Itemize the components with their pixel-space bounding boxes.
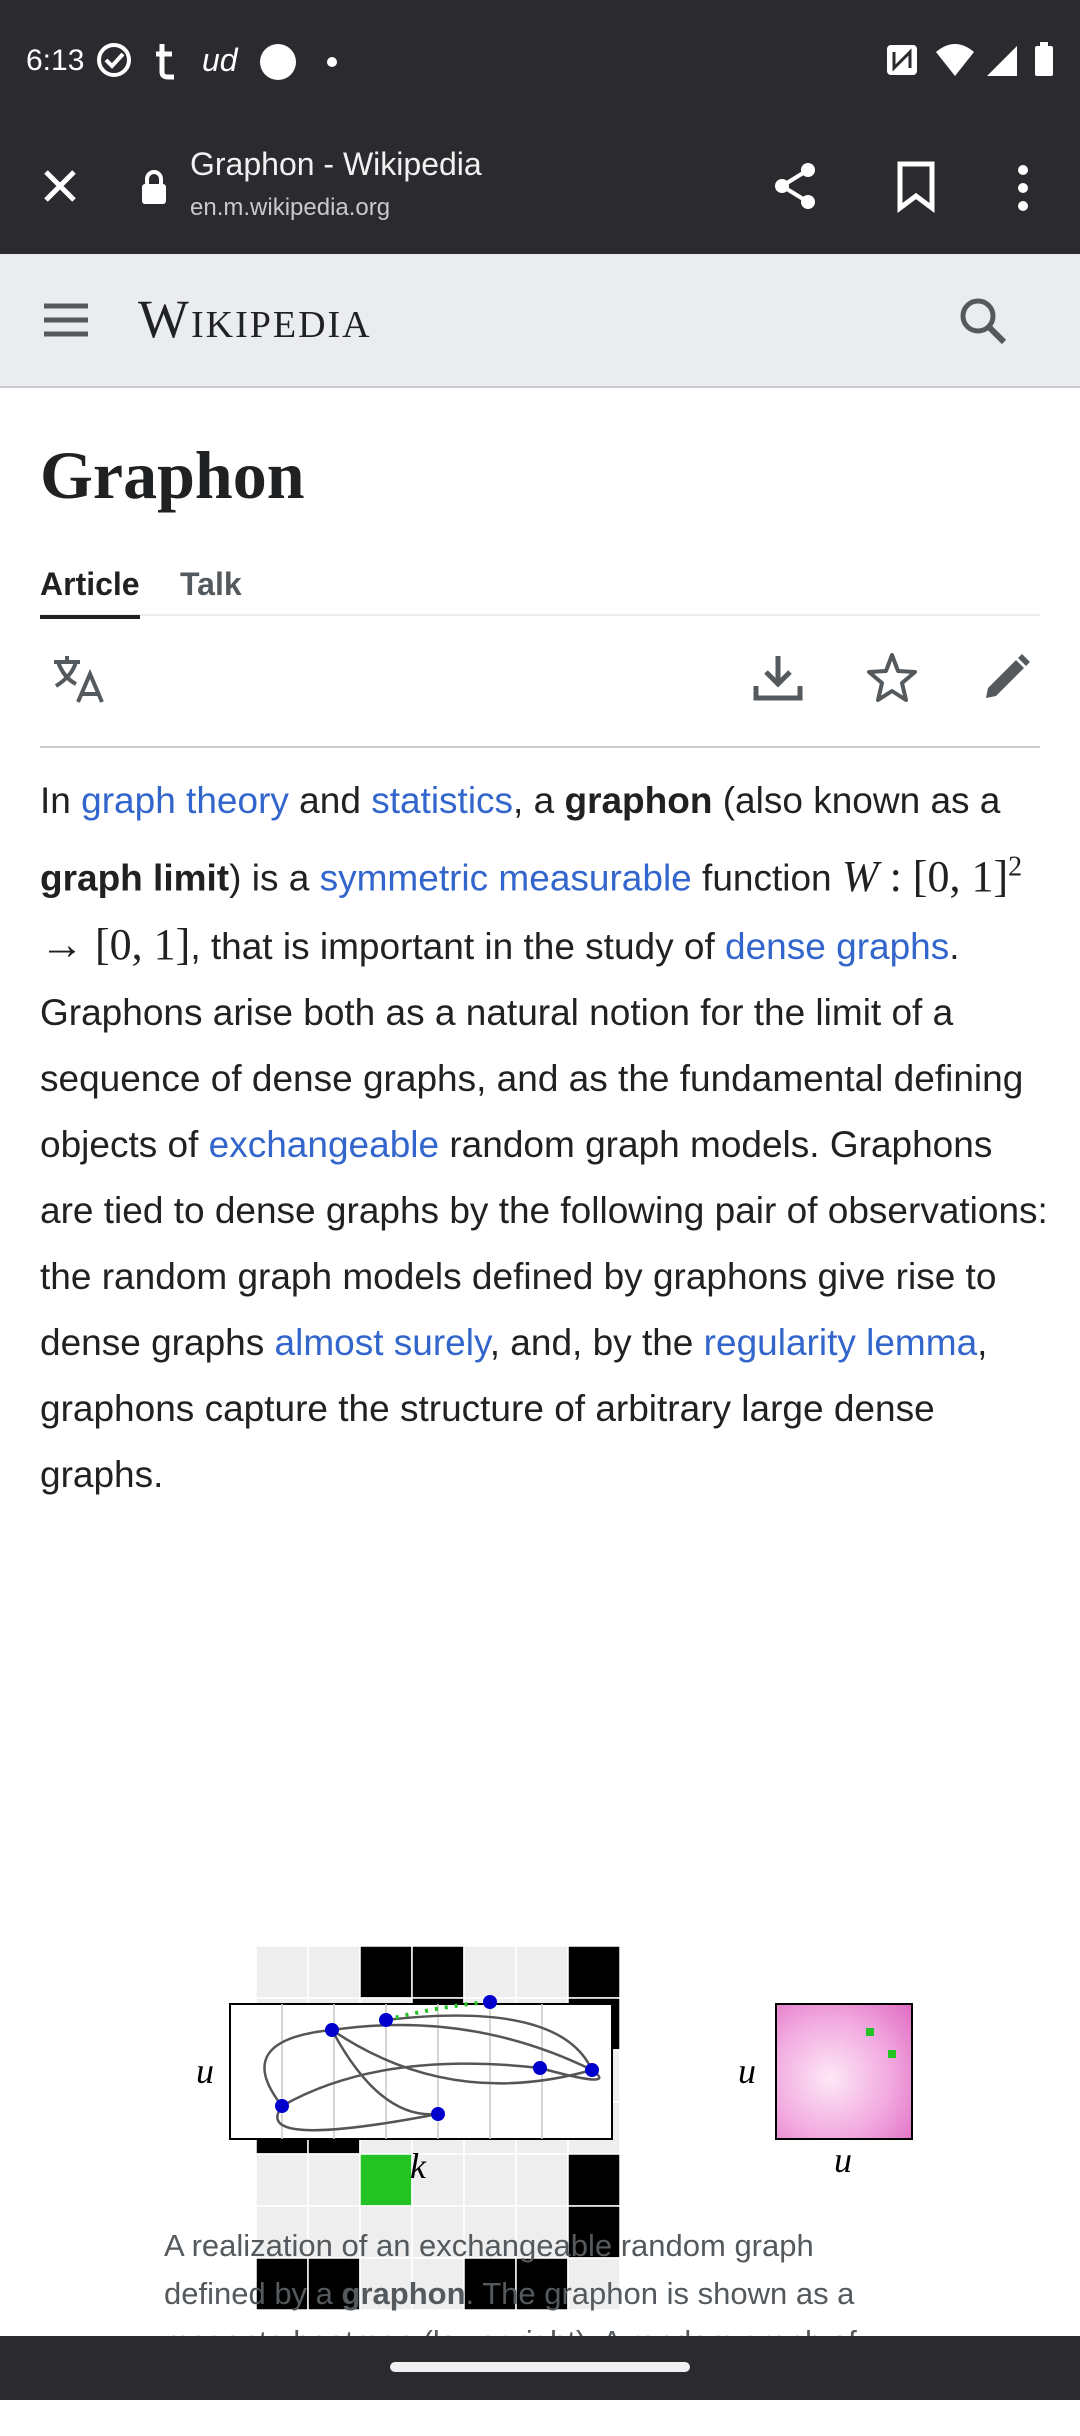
para-text: , and, by the bbox=[489, 1321, 704, 1363]
signal-icon bbox=[987, 46, 1017, 76]
page-title: Graphon bbox=[40, 437, 305, 513]
link-almost-surely[interactable]: almost surely bbox=[275, 1322, 490, 1363]
para-text: , a bbox=[513, 780, 565, 821]
browser-url[interactable]: en.m.wikipedia.org bbox=[190, 194, 390, 222]
heatmap-label-u: u bbox=[738, 2051, 756, 2091]
para-text: and bbox=[288, 780, 372, 821]
link-symmetric[interactable]: symmetric bbox=[320, 858, 489, 899]
page-actions bbox=[40, 626, 1040, 748]
browser-page-title: Graphon - Wikipedia bbox=[190, 146, 482, 182]
gesture-navigation-bar bbox=[0, 2336, 1080, 2400]
graph-label-u: u bbox=[196, 2051, 214, 2091]
heatmap-green-dot bbox=[888, 2050, 896, 2058]
link-measurable[interactable]: measurable bbox=[498, 858, 691, 899]
link-dense-graphs[interactable]: dense graphs bbox=[725, 926, 949, 967]
wifi-icon bbox=[936, 44, 974, 76]
graphon-heatmap-panel: u u bbox=[738, 2003, 913, 2180]
caption-bold-graphon: graphon bbox=[341, 2276, 466, 2311]
para-text: , that is important in the study of bbox=[190, 925, 726, 967]
ud-icon: ud bbox=[202, 42, 238, 78]
article-tabs: Article Talk bbox=[40, 566, 1040, 619]
dot-icon bbox=[327, 57, 337, 67]
para-text: (also known as a bbox=[712, 780, 1001, 821]
link-exchangeable[interactable]: exchangeable bbox=[209, 1124, 439, 1165]
bold-graph-limit: graph limit bbox=[40, 857, 230, 899]
bold-graphon: graphon bbox=[564, 780, 713, 821]
watch-star-icon[interactable] bbox=[864, 650, 920, 706]
math-range: → [0, 1] bbox=[40, 919, 191, 969]
wiki-header: Wikipedia bbox=[0, 254, 1080, 388]
nfc-icon bbox=[887, 45, 917, 75]
close-icon[interactable] bbox=[36, 162, 84, 210]
graph-label-k: k bbox=[410, 2146, 427, 2186]
edit-pencil-icon[interactable] bbox=[978, 650, 1034, 706]
bookmark-icon[interactable] bbox=[894, 160, 938, 214]
link-regularity-lemma[interactable]: regularity lemma bbox=[704, 1322, 977, 1363]
circle-icon bbox=[260, 44, 296, 80]
search-icon[interactable] bbox=[956, 294, 1010, 348]
graphon-lower-panels: u k u u bbox=[196, 1995, 913, 2186]
hamburger-menu-icon[interactable] bbox=[42, 300, 90, 340]
share-icon[interactable] bbox=[768, 158, 824, 214]
download-icon[interactable] bbox=[750, 650, 806, 706]
tab-article[interactable]: Article bbox=[40, 566, 140, 619]
link-statistics[interactable]: statistics bbox=[371, 780, 513, 821]
heatmap-label-u-bottom: u bbox=[834, 2140, 852, 2180]
browser-toolbar: Graphon - Wikipedia en.m.wikipedia.org bbox=[0, 128, 1080, 254]
tumblr-icon bbox=[156, 44, 174, 80]
para-text bbox=[488, 858, 498, 899]
more-menu-icon[interactable] bbox=[1008, 160, 1038, 216]
math-domain: : [0, 1] bbox=[878, 851, 1009, 901]
graphon-heatmap bbox=[775, 2003, 913, 2140]
status-time: 6:13 bbox=[26, 44, 85, 77]
status-bar: 6:13 ud bbox=[0, 0, 1080, 128]
check-circle-icon bbox=[97, 43, 131, 77]
para-text: ) is a bbox=[229, 857, 320, 899]
wikipedia-wordmark[interactable]: Wikipedia bbox=[138, 288, 372, 350]
home-gesture-pill[interactable] bbox=[390, 2362, 690, 2372]
para-text: In bbox=[40, 780, 82, 821]
tab-talk[interactable]: Talk bbox=[180, 566, 242, 603]
math-w: W bbox=[841, 851, 879, 901]
math-exponent: 2 bbox=[1008, 851, 1023, 882]
random-graph-panel: u k bbox=[196, 1995, 613, 2186]
lock-icon bbox=[142, 170, 166, 204]
para-text: function bbox=[691, 857, 842, 899]
heatmap-green-dot bbox=[866, 2028, 874, 2036]
lead-paragraph: In graph theory and statistics, a grapho… bbox=[40, 768, 1050, 1508]
link-graph-theory[interactable]: graph theory bbox=[81, 780, 289, 821]
language-icon[interactable] bbox=[50, 652, 106, 708]
battery-icon bbox=[1035, 42, 1053, 76]
